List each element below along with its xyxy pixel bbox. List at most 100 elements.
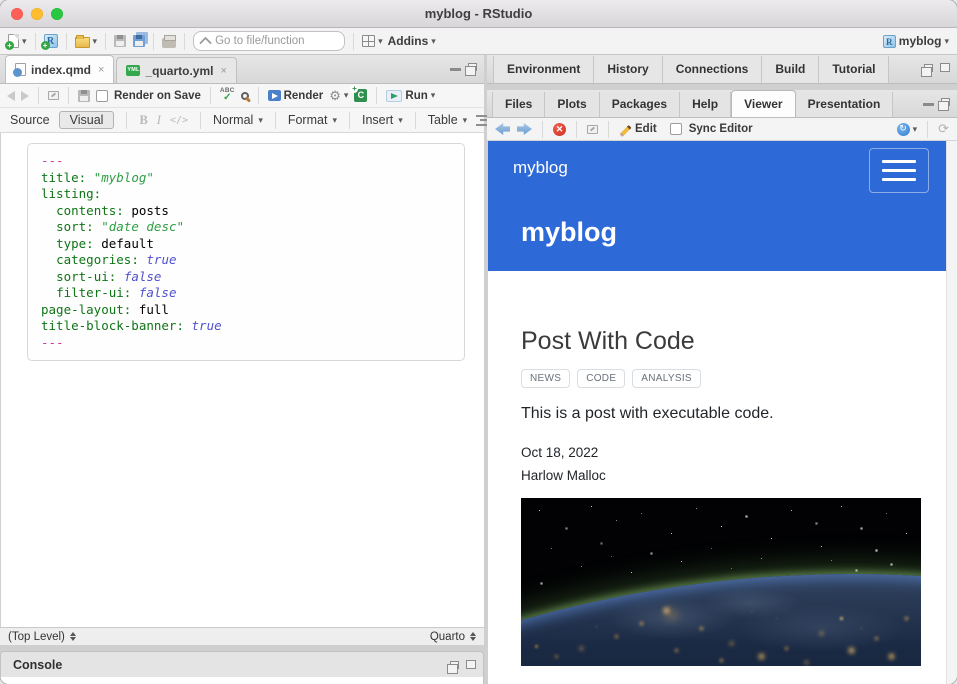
maximize-pane-icon[interactable] — [941, 98, 950, 106]
new-project-button[interactable]: R+ — [44, 34, 58, 48]
chevron-down-icon: ▾ — [913, 125, 918, 134]
render-button[interactable]: Render — [268, 90, 324, 102]
insert-dropdown[interactable]: Insert ▾ — [362, 113, 403, 127]
code-button[interactable]: </> — [170, 115, 188, 126]
restore-pane-icon[interactable] — [450, 661, 459, 669]
save-button[interactable] — [114, 35, 126, 47]
run-button[interactable]: Run ▾ — [386, 90, 435, 102]
insert-chunk-button[interactable]: C — [354, 89, 367, 102]
post-image-earth — [521, 498, 921, 666]
project-label: myblog — [899, 34, 942, 48]
category-badge[interactable]: ANALYSIS — [632, 369, 701, 388]
goto-file-search[interactable] — [193, 31, 345, 51]
maximize-pane-icon[interactable] — [468, 63, 477, 71]
sync-editor-label: Sync Editor — [689, 123, 753, 135]
scope-selector[interactable]: (Top Level) — [8, 631, 65, 643]
print-button[interactable] — [162, 38, 176, 48]
open-new-window-icon[interactable] — [48, 91, 59, 100]
find-replace-icon[interactable] — [241, 92, 249, 100]
open-file-button[interactable]: ▾ — [75, 35, 98, 48]
close-tab-icon[interactable]: × — [98, 64, 104, 76]
table-dropdown[interactable]: Table ▾ — [428, 113, 467, 127]
tab-quarto-yml[interactable]: YML _quarto.yml × — [116, 57, 236, 83]
restore-pane-icon[interactable] — [924, 64, 933, 72]
filetype-selector[interactable]: Quarto — [430, 631, 465, 643]
category-badge[interactable]: CODE — [577, 369, 625, 388]
blog-site: myblog myblog Post With Code NEWS CODE A… — [488, 141, 946, 684]
chevron-down-icon[interactable]: ▾ — [93, 37, 98, 46]
tab-index-qmd[interactable]: index.qmd × — [5, 55, 114, 83]
chevron-down-icon[interactable]: ▾ — [22, 37, 27, 46]
edit-button[interactable]: Edit — [619, 123, 657, 135]
tab-plots[interactable]: Plots — [545, 92, 599, 117]
forward-icon[interactable] — [21, 91, 29, 101]
tab-connections[interactable]: Connections — [663, 56, 763, 83]
pane-layout-button[interactable]: ▾ — [362, 35, 383, 47]
chevron-down-icon: ▾ — [463, 116, 468, 125]
refresh-icon[interactable]: ⟳ — [938, 123, 949, 136]
save-all-button[interactable] — [133, 35, 145, 47]
tab-build[interactable]: Build — [762, 56, 819, 83]
divider — [927, 121, 928, 138]
goto-file-input[interactable] — [215, 35, 333, 47]
maximize-pane-icon[interactable] — [466, 660, 476, 669]
category-badge[interactable]: NEWS — [521, 369, 570, 388]
viewer-scrollbar[interactable] — [946, 141, 957, 684]
post-author: Harlow Malloc — [521, 468, 946, 483]
italic-button[interactable]: I — [157, 113, 161, 128]
tab-viewer[interactable]: Viewer — [731, 90, 795, 117]
new-file-button[interactable]: + ▾ — [8, 34, 27, 48]
spellcheck-icon[interactable]: ABC ✓ — [220, 88, 235, 103]
forward-icon[interactable] — [517, 123, 532, 135]
console-title: Console — [13, 658, 62, 672]
tab-files[interactable]: Files — [492, 92, 545, 117]
tab-tutorial[interactable]: Tutorial — [819, 56, 889, 83]
pane-buttons — [450, 660, 476, 669]
bold-button[interactable]: B — [139, 113, 147, 128]
pencil-icon — [619, 125, 631, 137]
titlebar: myblog - RStudio — [0, 0, 957, 28]
navbar-title[interactable]: myblog — [513, 158, 568, 178]
yaml-block[interactable]: ---title: "myblog"listing: contents: pos… — [27, 143, 465, 361]
divider — [153, 33, 154, 50]
back-icon[interactable] — [495, 123, 510, 135]
divider — [415, 112, 416, 129]
minimize-pane-icon[interactable] — [450, 68, 461, 71]
chevron-down-icon[interactable]: ▾ — [378, 37, 383, 46]
publish-button[interactable]: ↻ ▾ — [897, 123, 918, 136]
close-tab-icon[interactable]: × — [220, 65, 226, 77]
format-dropdown[interactable]: Format ▾ — [288, 113, 337, 127]
divider — [349, 112, 350, 129]
visual-mode-button[interactable]: Visual — [59, 111, 115, 129]
divider — [38, 87, 39, 104]
render-options-button[interactable]: ⚙ ▾ — [329, 89, 348, 102]
divider — [105, 33, 106, 50]
save-document-icon[interactable] — [78, 90, 90, 102]
tab-presentation[interactable]: Presentation — [796, 92, 894, 117]
tab-environment[interactable]: Environment — [493, 56, 594, 83]
render-on-save-checkbox[interactable] — [96, 90, 108, 102]
console-header[interactable]: Console — [0, 651, 484, 677]
stop-icon[interactable]: ✕ — [553, 123, 566, 136]
sync-editor-checkbox[interactable] — [670, 123, 682, 135]
visual-editor[interactable]: ---title: "myblog"listing: contents: pos… — [0, 133, 484, 627]
site-banner: myblog myblog — [488, 141, 946, 271]
post-description: This is a post with executable code. — [521, 405, 946, 423]
quarto-file-icon — [15, 63, 26, 76]
hamburger-menu-icon[interactable] — [869, 148, 929, 193]
main-toolbar: + ▾ R+ ▾ ▾ Addins ▾ R mybl — [0, 28, 957, 55]
project-menu[interactable]: R myblog ▾ — [883, 34, 949, 48]
tab-packages[interactable]: Packages — [600, 92, 680, 117]
back-icon[interactable] — [7, 91, 15, 101]
open-new-window-icon[interactable] — [587, 125, 598, 134]
paragraph-style-dropdown[interactable]: Normal ▾ — [213, 113, 263, 127]
updown-caret-icon — [70, 632, 76, 641]
tab-help[interactable]: Help — [680, 92, 731, 117]
maximize-pane-icon[interactable] — [940, 63, 950, 72]
source-mode-button[interactable]: Source — [10, 113, 50, 127]
window-title: myblog - RStudio — [0, 6, 957, 21]
addins-menu[interactable]: Addins ▾ — [388, 34, 436, 48]
tab-history[interactable]: History — [594, 56, 662, 83]
viewer-toolbar: ✕ Edit Sync Editor ↻ ▾ ⟳ — [487, 118, 957, 141]
minimize-pane-icon[interactable] — [923, 103, 934, 106]
